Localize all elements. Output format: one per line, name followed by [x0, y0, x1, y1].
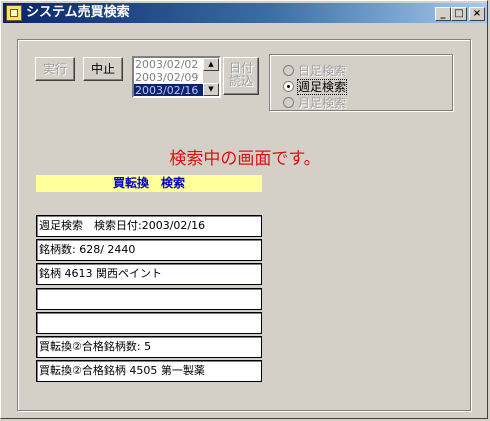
radio-label: 日足検索: [298, 64, 347, 78]
app-icon[interactable]: [6, 5, 22, 21]
info-field-empty: [36, 312, 262, 334]
radio-label: 月足検索: [298, 96, 347, 110]
status-message: 検索中の画面です。: [169, 149, 321, 169]
read-date-label-line2: 読込: [228, 74, 253, 88]
maximize-button[interactable]: □: [451, 7, 467, 21]
radio-button-icon[interactable]: [283, 97, 294, 108]
radio-label: 週足検索: [296, 79, 348, 95]
main-window: システム売買検索 _ □ × 実行 中止 2003/02/02 2003/02/…: [0, 0, 488, 419]
title-bar[interactable]: システム売買検索 _ □ ×: [3, 3, 487, 23]
date-list-scrollbar[interactable]: ▲ ▼: [203, 58, 219, 96]
info-field-pass-stock: 買転換②合格銘柄 4505 第一製薬: [36, 360, 262, 382]
info-field-current-stock: 銘柄 4613 関西ペイント: [36, 263, 262, 285]
client-area: 実行 中止 2003/02/02 2003/02/09 2003/02/16 ▲…: [3, 23, 487, 418]
info-field-search-date: 週足検索 検索日付:2003/02/16: [36, 215, 262, 237]
minimize-button[interactable]: _: [435, 7, 451, 21]
window-title: システム売買検索: [26, 5, 130, 20]
radio-button-icon[interactable]: [283, 65, 294, 76]
search-type-group: 日足検索 週足検索 月足検索: [269, 54, 453, 111]
scroll-down-icon[interactable]: ▼: [203, 83, 219, 96]
scroll-up-icon[interactable]: ▲: [203, 58, 219, 71]
radio-daily-search[interactable]: 日足検索: [283, 64, 346, 78]
read-date-button[interactable]: 日付 読込: [223, 57, 259, 95]
radio-monthly-search[interactable]: 月足検索: [283, 96, 346, 110]
radio-button-selected-icon[interactable]: [283, 81, 294, 92]
info-field-pass-count: 買転換②合格銘柄数: 5: [36, 336, 262, 358]
info-field-empty: [36, 288, 262, 310]
section-header: 買転換 検索: [36, 175, 262, 192]
radio-weekly-search[interactable]: 週足検索: [283, 79, 348, 95]
info-field-stock-count: 銘柄数: 628/ 2440: [36, 239, 262, 261]
close-button[interactable]: ×: [469, 7, 485, 21]
run-button[interactable]: 実行: [35, 57, 75, 81]
date-listbox[interactable]: 2003/02/02 2003/02/09 2003/02/16 ▲ ▼: [132, 56, 221, 98]
stop-button[interactable]: 中止: [83, 57, 123, 81]
